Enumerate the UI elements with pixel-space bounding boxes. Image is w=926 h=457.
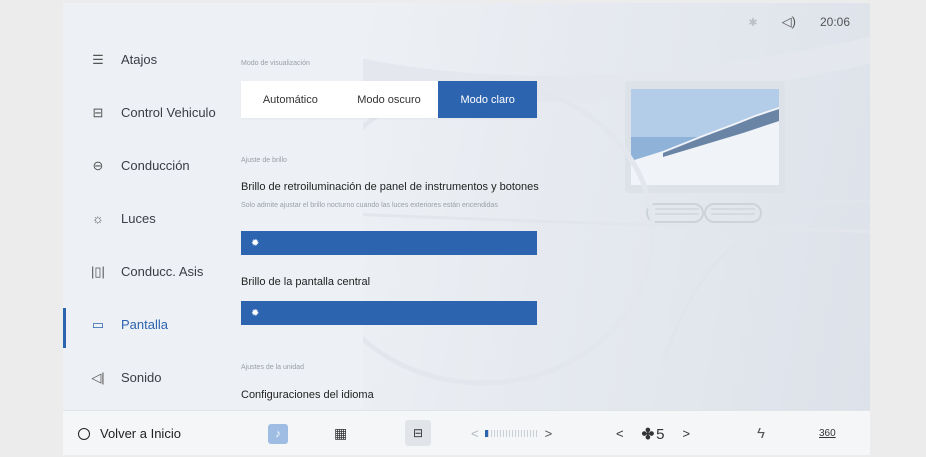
fan-level: ✤ 5	[642, 425, 665, 443]
fan-value: 5	[656, 425, 665, 443]
home-label: Volver a Inicio	[100, 426, 181, 441]
option-automatico[interactable]: Automático	[241, 81, 340, 118]
apps-grid-icon[interactable]: ▦	[334, 411, 347, 455]
section-title: Ajuste de brillo	[241, 157, 287, 164]
temp-next-button[interactable]: >	[545, 426, 553, 441]
temperature-slider[interactable]	[484, 430, 539, 437]
clock: 20:06	[819, 15, 850, 29]
sidebar-item-label: Control Vehiculo	[121, 105, 216, 120]
sidebar-item-control-vehiculo[interactable]: ⊟ Control Vehiculo	[63, 86, 228, 139]
sidebar: ☰ Atajos ⊟ Control Vehiculo ⊖ Conducción…	[63, 33, 228, 404]
section-title: Modo de visualización	[241, 60, 310, 67]
view-360-button[interactable]: 360	[819, 411, 836, 455]
fan-control: < ✤ 5 >	[616, 411, 690, 455]
sidebar-item-label: Conducc. Asis	[121, 264, 204, 279]
option-modo-claro[interactable]: Modo claro	[438, 81, 538, 118]
language-settings-item[interactable]: Configuraciones del idioma	[241, 389, 374, 401]
center-brightness-slider[interactable]: ✹	[241, 301, 537, 325]
fan-next-button[interactable]: >	[683, 426, 691, 441]
temperature-control: < >	[471, 411, 552, 455]
sidebar-item-label: Sonido	[121, 370, 162, 385]
steering-wheel-icon: ⊖	[92, 157, 104, 173]
sidebar-item-label: Luces	[121, 211, 156, 226]
display-mode-selector: Automático Modo oscuro Modo claro	[241, 81, 538, 118]
section-title: Ajustes de la unidad	[241, 364, 305, 371]
panel-brightness-note: Solo admite ajustar el brillo nocturno c…	[241, 202, 498, 209]
center-brightness-label: Brillo de la pantalla central	[241, 276, 371, 288]
lightning-icon[interactable]: ϟ	[757, 411, 765, 455]
fan-prev-button[interactable]: <	[616, 426, 624, 441]
bottom-dock: Volver a Inicio ♪ ▦ ⊟ < > < ✤ 5 > ϟ 360	[63, 410, 870, 455]
light-icon: ☼	[92, 211, 104, 226]
speaker-icon: ◁|	[91, 369, 105, 385]
sidebar-item-label: Conducción	[121, 158, 190, 173]
status-bar: ✱ ◁) 20:06	[748, 13, 850, 31]
sidebar-item-conducc-asis[interactable]: |▯| Conducc. Asis	[63, 245, 228, 298]
car-icon: ⊟	[92, 104, 104, 120]
sidebar-item-label: Atajos	[121, 52, 158, 67]
sidebar-item-pantalla[interactable]: ▭ Pantalla	[63, 298, 228, 351]
sidebar-item-sonido[interactable]: ◁| Sonido	[63, 351, 228, 404]
screen: ✱ ◁) 20:06 ☰ Atajos ⊟ Control Vehiculo ⊖…	[63, 3, 870, 455]
sidebar-item-label: Pantalla	[121, 317, 168, 332]
panel-brightness-label: Brillo de retroiluminación de panel de i…	[241, 181, 539, 193]
sun-icon: ✹	[251, 307, 260, 319]
temp-prev-button[interactable]: <	[471, 426, 479, 441]
display-icon: ▭	[91, 316, 105, 332]
car-settings-icon[interactable]: ⊟	[405, 420, 431, 446]
panel-brightness-slider[interactable]: ✹	[241, 231, 537, 255]
bluetooth-icon: ✱	[748, 16, 758, 29]
home-icon	[78, 427, 90, 440]
home-button[interactable]: Volver a Inicio	[78, 411, 181, 455]
fan-icon: ✤	[641, 425, 655, 443]
music-icon[interactable]: ♪	[268, 424, 288, 444]
option-modo-oscuro[interactable]: Modo oscuro	[340, 81, 439, 118]
sidebar-item-conduccion[interactable]: ⊖ Conducción	[63, 139, 228, 192]
sliders-icon: ☰	[92, 51, 104, 67]
volume-icon[interactable]: ◁)	[782, 14, 796, 30]
sidebar-item-luces[interactable]: ☼ Luces	[63, 192, 228, 245]
sun-icon: ✹	[251, 237, 260, 249]
sidebar-item-atajos[interactable]: ☰ Atajos	[63, 33, 228, 86]
assist-icon: |▯|	[91, 263, 105, 279]
